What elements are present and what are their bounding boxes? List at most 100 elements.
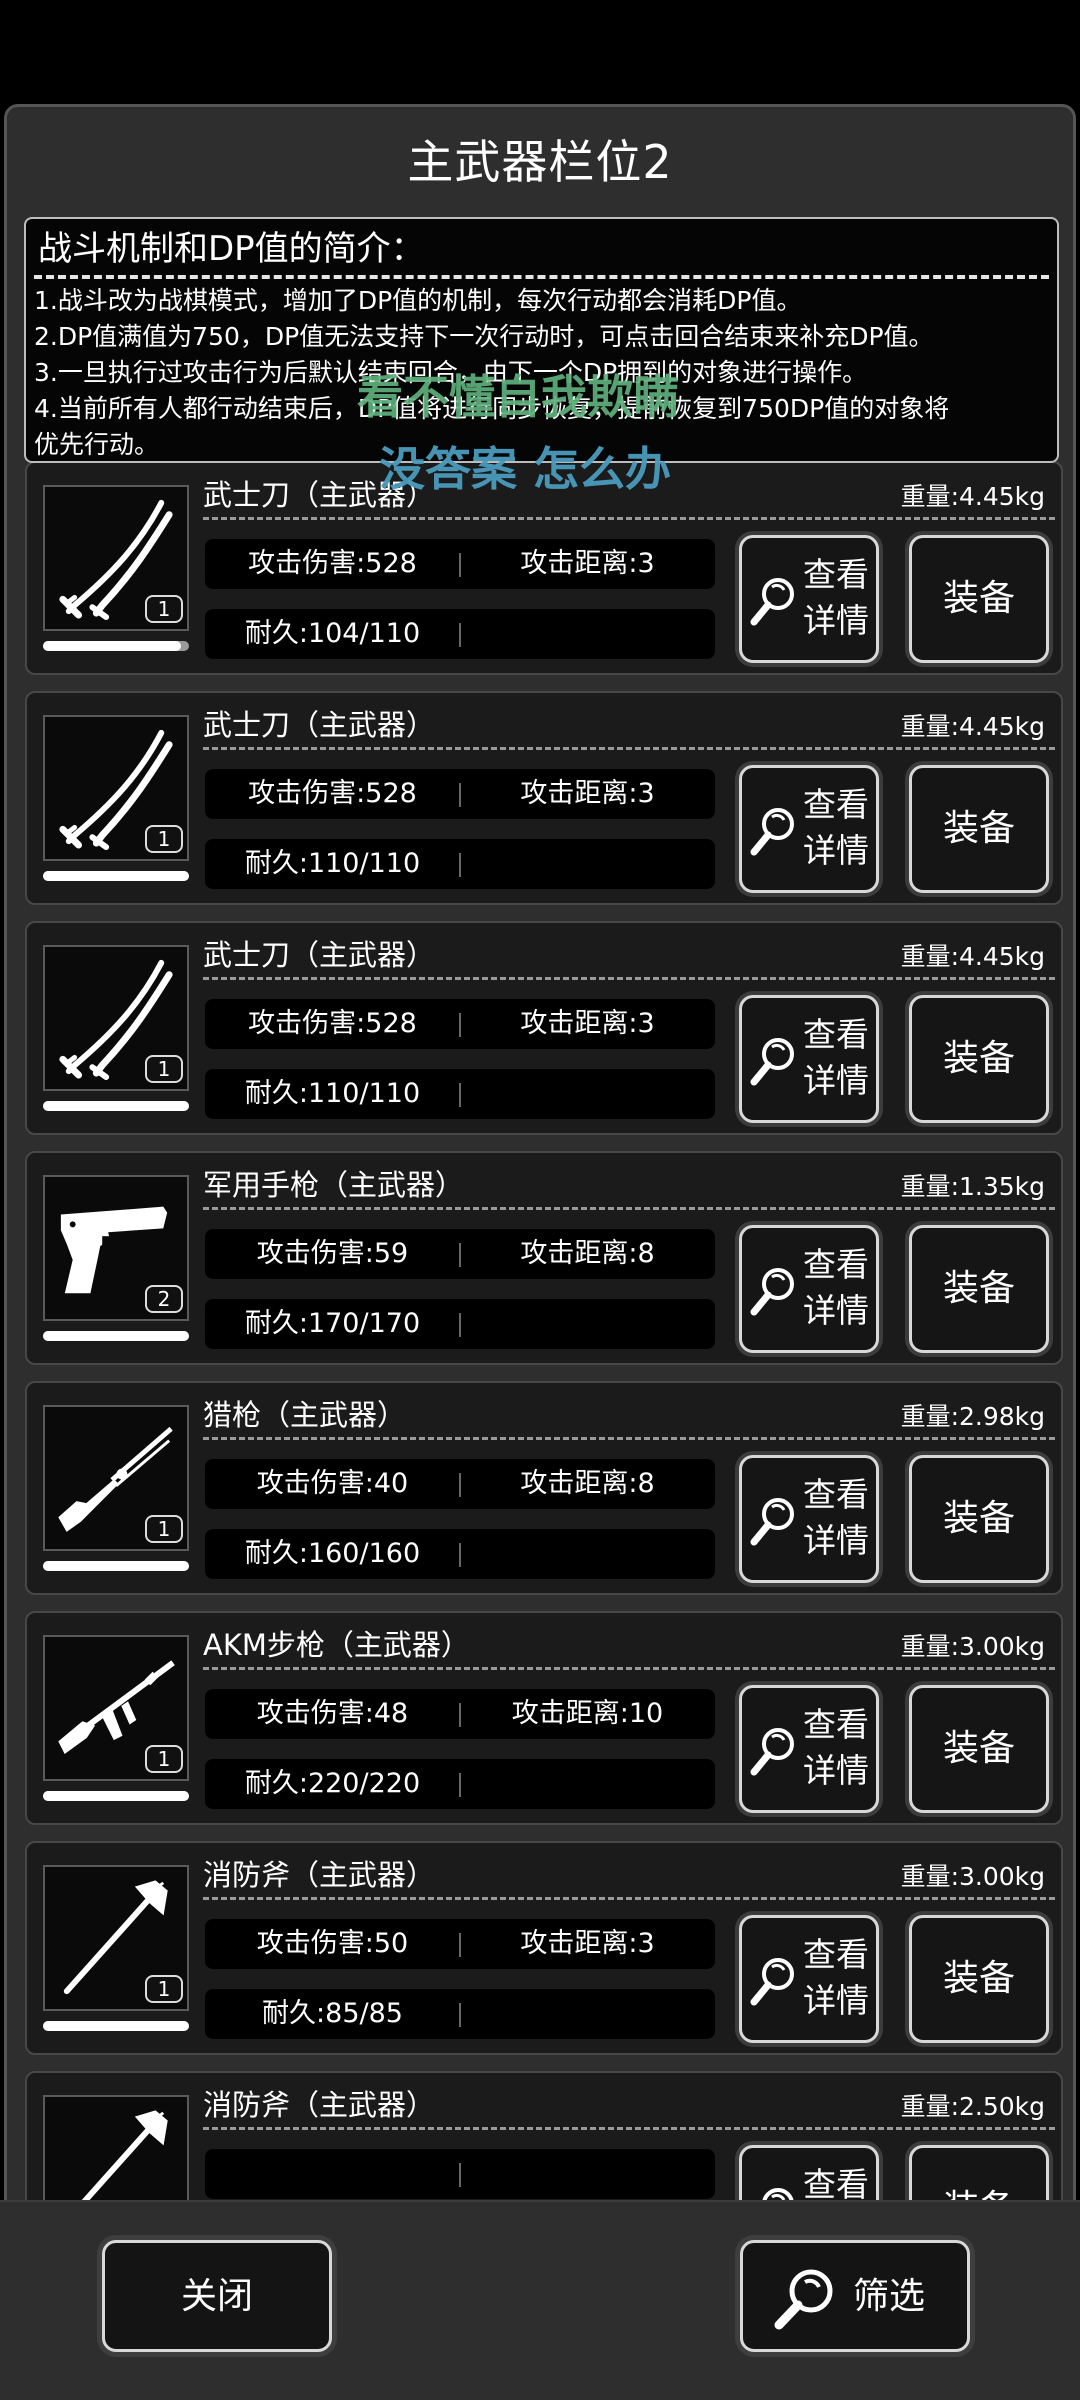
view-details-label-line2: 详情 bbox=[803, 1291, 869, 1330]
durability-bar bbox=[43, 2021, 189, 2031]
close-button[interactable]: 关闭 bbox=[102, 2240, 332, 2352]
durability-bar bbox=[43, 641, 189, 651]
stats-row-durability: 耐久:85/85 bbox=[205, 1989, 715, 2039]
weapon-list[interactable]: 1 武士刀（主武器） 重量:4.45kg 攻击伤害:528 攻击距离:3 耐久:… bbox=[7, 457, 1073, 2297]
view-details-label: 查看 详情 bbox=[796, 1242, 876, 1334]
weapon-item[interactable]: 1 AKM步枪（主武器） 重量:3.00kg 攻击伤害:48 攻击距离:10 耐… bbox=[25, 1611, 1063, 1825]
durability-value: 耐久:85/85 bbox=[262, 1998, 403, 2029]
divider bbox=[203, 1897, 1055, 1900]
view-details-button[interactable]: 查看 详情 bbox=[739, 1685, 879, 1813]
view-details-button[interactable]: 查看 详情 bbox=[739, 1225, 879, 1353]
equip-button[interactable]: 装备 bbox=[909, 1685, 1049, 1813]
weapon-weight: 重量:2.50kg bbox=[900, 2092, 1045, 2121]
equip-button-label: 装备 bbox=[942, 808, 1015, 849]
weapon-item[interactable]: 1 武士刀（主武器） 重量:4.45kg 攻击伤害:528 攻击距离:3 耐久:… bbox=[25, 691, 1063, 905]
search-icon bbox=[750, 578, 794, 626]
stats-row-attack: 攻击伤害:528 攻击距离:3 bbox=[205, 999, 715, 1049]
filter-button[interactable]: 筛选 bbox=[740, 2240, 970, 2352]
weapon-item[interactable]: 1 猎枪（主武器） 重量:2.98kg 攻击伤害:40 攻击距离:8 耐久:16… bbox=[25, 1381, 1063, 1595]
divider bbox=[459, 623, 461, 647]
equip-button[interactable]: 装备 bbox=[909, 1915, 1049, 2043]
weapon-name: 武士刀（主武器） bbox=[203, 938, 436, 972]
equip-button[interactable]: 装备 bbox=[909, 535, 1049, 663]
weapon-weight: 重量:3.00kg bbox=[900, 1862, 1045, 1891]
view-details-button[interactable]: 查看 详情 bbox=[739, 535, 879, 663]
divider bbox=[459, 1083, 461, 1107]
view-details-label-line1: 查看 bbox=[803, 555, 869, 594]
search-icon bbox=[750, 1958, 794, 2006]
attack-damage: 攻击伤害:48 bbox=[256, 1698, 409, 1729]
quantity-badge: 1 bbox=[145, 1975, 183, 2003]
view-details-label-line1: 查看 bbox=[803, 785, 869, 824]
view-details-label-line2: 详情 bbox=[803, 1521, 869, 1560]
intro-title: 战斗机制和DP值的简介： bbox=[34, 225, 1049, 279]
search-icon bbox=[750, 808, 794, 856]
weapon-item[interactable]: 1 武士刀（主武器） 重量:4.45kg 攻击伤害:528 攻击距离:3 耐久:… bbox=[25, 921, 1063, 1135]
durability-value: 耐久:170/170 bbox=[244, 1308, 421, 1339]
durability-bar-fill bbox=[43, 871, 189, 881]
footer-bar: 关闭 筛选 bbox=[0, 2200, 1080, 2400]
view-details-label-line1: 查看 bbox=[803, 1475, 869, 1514]
weapon-name: AKM步枪（主武器） bbox=[203, 1628, 470, 1662]
equip-button-label: 装备 bbox=[942, 1728, 1015, 1769]
equip-button-label: 装备 bbox=[942, 578, 1015, 619]
attack-range: 攻击距离:3 bbox=[520, 1008, 655, 1039]
divider bbox=[459, 1773, 461, 1797]
attack-damage: 攻击伤害:40 bbox=[256, 1468, 409, 1499]
search-icon bbox=[750, 1728, 794, 1776]
view-details-label-line1: 查看 bbox=[803, 1705, 869, 1744]
durability-bar bbox=[43, 1561, 189, 1571]
view-details-button[interactable]: 查看 详情 bbox=[739, 765, 879, 893]
view-details-label: 查看 详情 bbox=[796, 1702, 876, 1794]
stats-row-attack: 攻击伤害:48 攻击距离:10 bbox=[205, 1689, 715, 1739]
durability-bar-fill bbox=[43, 641, 181, 651]
divider bbox=[203, 1667, 1055, 1670]
stats-row-attack: 攻击伤害:50 攻击距离:3 bbox=[205, 1919, 715, 1969]
equip-button-label: 装备 bbox=[942, 1038, 1015, 1079]
durability-bar-fill bbox=[43, 1101, 189, 1111]
weapon-weight: 重量:3.00kg bbox=[900, 1632, 1045, 1661]
attack-damage: 攻击伤害:528 bbox=[248, 778, 417, 809]
view-details-label: 查看 详情 bbox=[796, 1012, 876, 1104]
weapon-weight: 重量:2.98kg bbox=[900, 1402, 1045, 1431]
stats-row-durability: 耐久:110/110 bbox=[205, 1069, 715, 1119]
equip-button[interactable]: 装备 bbox=[909, 1455, 1049, 1583]
weapon-thumbnail: 2 bbox=[43, 1175, 189, 1321]
weapon-item[interactable]: 1 消防斧（主武器） 重量:3.00kg 攻击伤害:50 攻击距离:3 耐久:8… bbox=[25, 1841, 1063, 2055]
view-details-button[interactable]: 查看 详情 bbox=[739, 1915, 879, 2043]
equip-button[interactable]: 装备 bbox=[909, 765, 1049, 893]
quantity-badge: 1 bbox=[145, 1055, 183, 1083]
attack-damage: 攻击伤害:528 bbox=[248, 548, 417, 579]
quantity-badge: 1 bbox=[145, 1745, 183, 1773]
stats-row-durability: 耐久:110/110 bbox=[205, 839, 715, 889]
durability-bar-fill bbox=[43, 1561, 189, 1571]
view-details-label-line2: 详情 bbox=[803, 1751, 869, 1790]
durability-bar bbox=[43, 1331, 189, 1341]
view-details-label-line2: 详情 bbox=[803, 1981, 869, 2020]
equip-button[interactable]: 装备 bbox=[909, 995, 1049, 1123]
equip-button[interactable]: 装备 bbox=[909, 1225, 1049, 1353]
weapon-name: 军用手枪（主武器） bbox=[203, 1168, 465, 1202]
durability-value: 耐久:104/110 bbox=[244, 618, 421, 649]
view-details-button[interactable]: 查看 详情 bbox=[739, 1455, 879, 1583]
attack-range: 攻击距离:3 bbox=[520, 1928, 655, 1959]
divider bbox=[203, 1437, 1055, 1440]
weapon-weight: 重量:4.45kg bbox=[900, 712, 1045, 741]
equip-button-label: 装备 bbox=[942, 1268, 1015, 1309]
weapon-thumbnail: 1 bbox=[43, 485, 189, 631]
weapon-weight: 重量:1.35kg bbox=[900, 1172, 1045, 1201]
view-details-button[interactable]: 查看 详情 bbox=[739, 995, 879, 1123]
divider bbox=[203, 517, 1055, 520]
attack-damage bbox=[205, 2149, 460, 2199]
attack-range: 攻击距离:10 bbox=[511, 1698, 664, 1729]
divider bbox=[459, 2003, 461, 2027]
equip-button-label: 装备 bbox=[942, 1498, 1015, 1539]
equip-button-label: 装备 bbox=[942, 1958, 1015, 1999]
durability-bar bbox=[43, 1101, 189, 1111]
stats-row-attack bbox=[205, 2149, 715, 2199]
view-details-label-line2: 详情 bbox=[803, 1061, 869, 1100]
view-details-label: 查看 详情 bbox=[796, 1932, 876, 2024]
weapon-item[interactable]: 2 军用手枪（主武器） 重量:1.35kg 攻击伤害:59 攻击距离:8 耐久:… bbox=[25, 1151, 1063, 1365]
divider bbox=[459, 1313, 461, 1337]
weapon-name: 武士刀（主武器） bbox=[203, 708, 436, 742]
